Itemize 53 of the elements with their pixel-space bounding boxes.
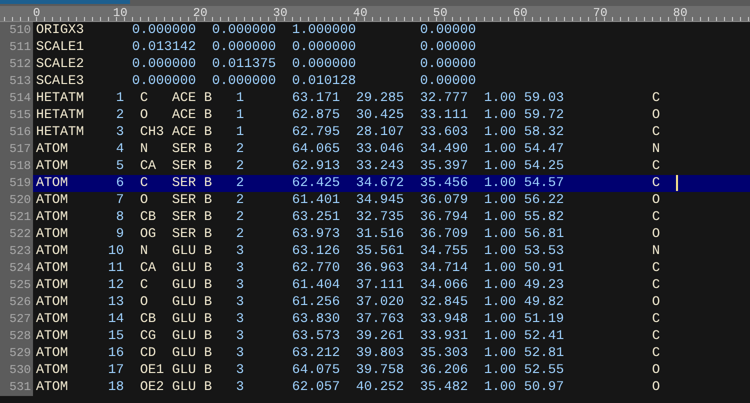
line-number: 526 [0,294,33,311]
code-line[interactable]: ATOM 9 OG SER B 2 63.973 31.516 36.709 1.00 56.81 O [33,226,750,243]
ruler-label: 40 [353,6,368,21]
code-line[interactable]: ATOM 14 CB GLU B 3 63.830 37.763 33.948 1.00 51.19 C [33,311,750,328]
ruler-label: 0 [33,6,40,21]
code-line[interactable]: ATOM 18 OE2 GLU B 3 62.057 40.252 35.482 1.00 50.97 O [33,379,750,396]
code-line[interactable]: ATOM 12 C GLU B 3 61.404 37.111 34.066 1.00 49.23 C [33,277,750,294]
line-number: 521 [0,209,33,226]
line-number: 519 [0,175,33,192]
line-number: 528 [0,328,33,345]
line-number: 514 [0,90,33,107]
line-number: 530 [0,362,33,379]
code-line[interactable]: ATOM 16 CD GLU B 3 63.212 39.803 35.303 1.00 52.81 C [33,345,750,362]
line-number: 522 [0,226,33,243]
ruler-label: 70 [593,6,608,21]
line-number: 511 [0,39,33,56]
ruler-label: 60 [513,6,528,21]
ruler-label: 10 [113,6,128,21]
code-line[interactable]: ATOM 4 N SER B 2 64.065 33.046 34.490 1.00 54.47 N [33,141,750,158]
line-number: 520 [0,192,33,209]
line-number: 523 [0,243,33,260]
ruler-label: 50 [433,6,448,21]
line-number: 515 [0,107,33,124]
code-line[interactable]: ATOM 17 OE1 GLU B 3 64.075 39.758 36.206 1.00 52.55 O [33,362,750,379]
text-cursor [676,175,678,191]
code-line[interactable]: ATOM 13 O GLU B 3 61.256 37.020 32.845 1.00 49.82 O [33,294,750,311]
line-number: 531 [0,379,33,396]
line-number: 529 [0,345,33,362]
code-line[interactable]: ATOM 10 N GLU B 3 63.126 35.561 34.755 1.00 53.53 N [33,243,750,260]
code-line[interactable]: SCALE1 0.013142 0.000000 0.000000 0.00000 [33,39,750,56]
ruler-label: 80 [673,6,688,21]
code-line[interactable]: HETATM 3 CH3 ACE B 1 62.795 28.107 33.603 1.00 58.32 C [33,124,750,141]
line-number: 527 [0,311,33,328]
code-line[interactable]: ATOM 5 CA SER B 2 62.913 33.243 35.397 1.00 54.25 C [33,158,750,175]
code-line[interactable]: SCALE2 0.000000 0.011375 0.000000 0.00000 [33,56,750,73]
line-number: 525 [0,277,33,294]
code-line[interactable]: HETATM 1 C ACE B 1 63.171 29.285 32.777 1.00 59.03 C [33,90,750,107]
line-number: 517 [0,141,33,158]
code-line[interactable]: ORIGX3 0.000000 0.000000 1.000000 0.00000 [33,22,750,39]
line-number: 516 [0,124,33,141]
line-number: 512 [0,56,33,73]
line-number: 518 [0,158,33,175]
line-number: 513 [0,73,33,90]
code-line[interactable]: ATOM 15 CG GLU B 3 63.573 39.261 33.931 1.00 52.41 C [33,328,750,345]
ruler-label: 20 [193,6,208,21]
line-number: 524 [0,260,33,277]
ruler-label: 30 [273,6,288,21]
code-line[interactable]: HETATM 2 O ACE B 1 62.875 30.425 33.111 1.00 59.72 O [33,107,750,124]
line-number: 510 [0,22,33,39]
code-line[interactable]: ATOM 7 O SER B 2 61.401 34.945 36.079 1.00 56.22 O [33,192,750,209]
code-line[interactable]: ATOM 8 CB SER B 2 63.251 32.735 36.794 1.00 55.82 C [33,209,750,226]
code-line[interactable]: ATOM 11 CA GLU B 3 62.770 36.963 34.714 1.00 50.91 C [33,260,750,277]
code-line[interactable]: SCALE3 0.000000 0.000000 0.010128 0.00000 [33,73,750,90]
